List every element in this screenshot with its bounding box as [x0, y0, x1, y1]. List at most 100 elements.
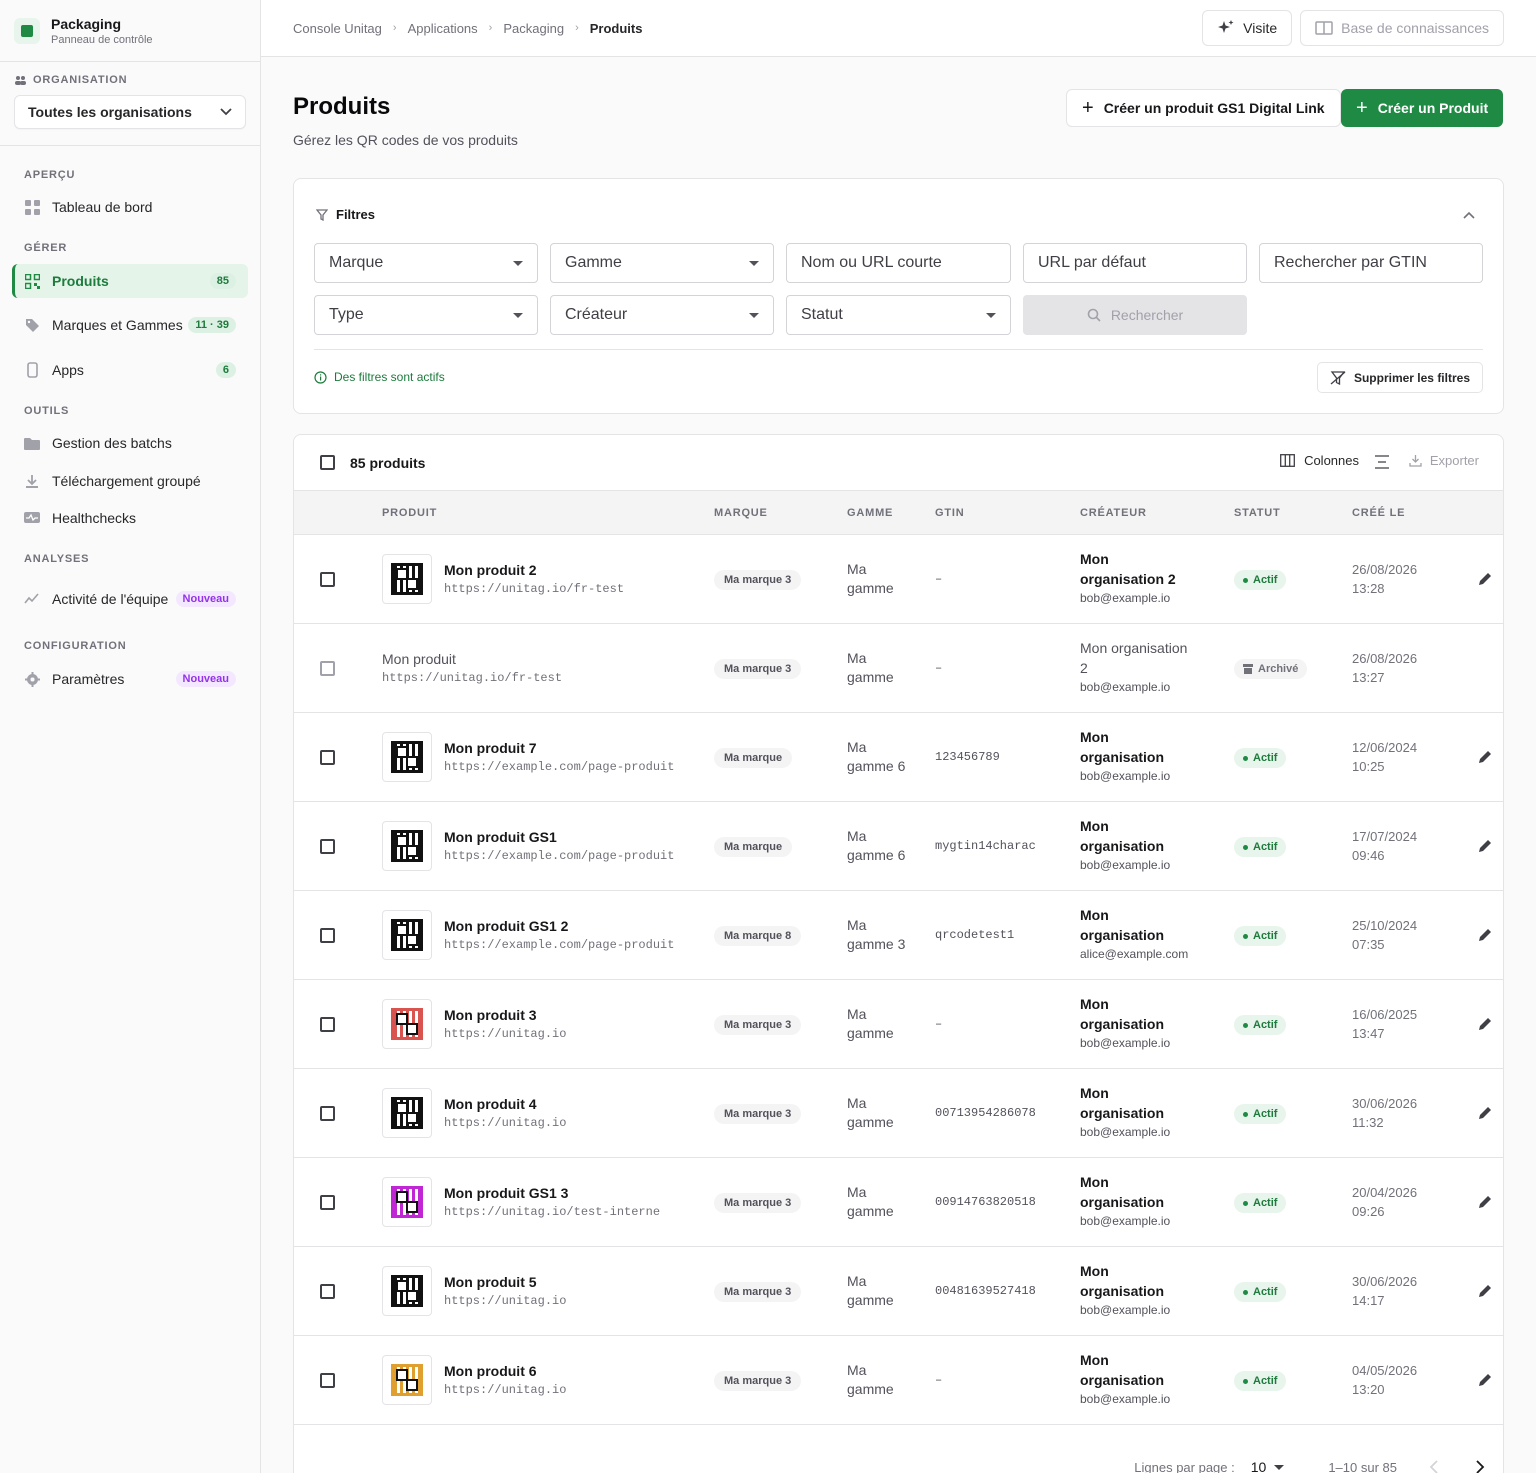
qr-code-thumbnail[interactable]: [382, 821, 432, 871]
row-checkbox[interactable]: [320, 1284, 335, 1299]
qr-code-thumbnail[interactable]: [382, 732, 432, 782]
caret-down-icon: [749, 312, 759, 318]
column-header-statut[interactable]: STATUT: [1234, 507, 1281, 519]
row-checkbox[interactable]: [320, 750, 335, 765]
table-row[interactable]: Mon produit 7 https://example.com/page-p…: [294, 713, 1503, 802]
create-product-button[interactable]: + Créer un Produit: [1341, 89, 1504, 127]
table-row[interactable]: Mon produit 5 https://unitag.io Ma marqu…: [294, 1247, 1503, 1336]
column-header-gamme[interactable]: GAMME: [847, 507, 893, 519]
row-checkbox[interactable]: [320, 572, 335, 587]
marque-select[interactable]: Marque: [314, 243, 538, 283]
row-checkbox[interactable]: [320, 661, 335, 676]
product-name[interactable]: Mon produit 3: [444, 1007, 566, 1023]
table-row[interactable]: Mon produit 3 https://unitag.io Ma marqu…: [294, 980, 1503, 1069]
visit-button[interactable]: Visite: [1202, 10, 1293, 46]
breadcrumb-item[interactable]: Applications: [408, 21, 478, 36]
select-all-checkbox[interactable]: [320, 455, 335, 470]
qr-code-thumbnail[interactable]: [382, 1177, 432, 1227]
row-checkbox[interactable]: [320, 1106, 335, 1121]
density-icon[interactable]: [1375, 455, 1389, 474]
product-name[interactable]: Mon produit GS1 2: [444, 918, 674, 934]
product-name[interactable]: Mon produit 2: [444, 562, 624, 578]
status-badge: Actif: [1234, 1193, 1287, 1213]
column-header-marque[interactable]: MARQUE: [714, 507, 768, 519]
statut-select[interactable]: Statut: [786, 295, 1011, 335]
column-header-gtin[interactable]: GTIN: [935, 507, 964, 519]
sidebar-item-parametres[interactable]: Paramètres Nouveau: [12, 662, 248, 696]
columns-button[interactable]: Colonnes: [1280, 453, 1359, 468]
creator-cell: Mon organisation bob@example.io: [1080, 1350, 1190, 1406]
export-button[interactable]: Exporter: [1409, 453, 1479, 468]
edit-button[interactable]: [1476, 1193, 1494, 1211]
row-checkbox[interactable]: [320, 1017, 335, 1032]
breadcrumb-item[interactable]: Console Unitag: [293, 21, 382, 36]
edit-button[interactable]: [1476, 1371, 1494, 1389]
creator-cell: Mon organisation bob@example.io: [1080, 816, 1190, 872]
edit-button[interactable]: [1476, 926, 1494, 944]
rows-per-page-select[interactable]: 10: [1251, 1459, 1285, 1473]
table-row[interactable]: Mon produit https://unitag.io/fr-test Ma…: [294, 624, 1503, 713]
clear-filters-button[interactable]: Supprimer les filtres: [1316, 362, 1483, 393]
row-checkbox[interactable]: [320, 1373, 335, 1388]
product-name[interactable]: Mon produit GS1 3: [444, 1185, 660, 1201]
edit-button[interactable]: [1476, 837, 1494, 855]
qr-code-thumbnail[interactable]: [382, 910, 432, 960]
sidebar-item-produits[interactable]: Produits 85: [12, 264, 248, 298]
product-name[interactable]: Mon produit 6: [444, 1363, 566, 1379]
qr-code-thumbnail[interactable]: [382, 1266, 432, 1316]
table-row[interactable]: Mon produit 6 https://unitag.io Ma marqu…: [294, 1336, 1503, 1425]
product-name[interactable]: Mon produit GS1: [444, 829, 674, 845]
create-gs1-button[interactable]: + Créer un produit GS1 Digital Link: [1066, 89, 1341, 127]
qr-code-thumbnail[interactable]: [382, 1088, 432, 1138]
qr-code-thumbnail[interactable]: [382, 999, 432, 1049]
count-badge: 85: [209, 273, 236, 289]
product-name[interactable]: Mon produit 7: [444, 740, 674, 756]
sidebar-item-apps[interactable]: Apps 6: [12, 353, 248, 387]
qr-code-thumbnail[interactable]: [382, 1355, 432, 1405]
status-dot: [1243, 844, 1248, 850]
edit-button[interactable]: [1476, 570, 1494, 588]
search-button[interactable]: Rechercher: [1023, 295, 1247, 335]
name-url-input[interactable]: Nom ou URL courte: [786, 243, 1011, 283]
knowledge-base-button[interactable]: Base de connaissances: [1300, 10, 1504, 46]
filters-header[interactable]: Filtres: [316, 207, 375, 222]
sidebar-item-batchs[interactable]: Gestion des batchs: [12, 426, 248, 460]
chevron-right-icon[interactable]: [1475, 1460, 1485, 1473]
edit-button[interactable]: [1476, 1015, 1494, 1033]
table-row[interactable]: Mon produit GS1 2 https://example.com/pa…: [294, 891, 1503, 980]
sidebar-item-marques[interactable]: Marques et Gammes 11 · 39: [12, 307, 248, 343]
product-name[interactable]: Mon produit 5: [444, 1274, 566, 1290]
table-row[interactable]: Mon produit 2 https://unitag.io/fr-test …: [294, 535, 1503, 624]
product-name[interactable]: Mon produit 4: [444, 1096, 566, 1112]
edit-button[interactable]: [1476, 1282, 1494, 1300]
sidebar-item-activite[interactable]: Activité de l'équipe Nouveau: [12, 581, 248, 617]
chevron-left-icon[interactable]: [1429, 1460, 1439, 1473]
qr-code-thumbnail[interactable]: [382, 554, 432, 604]
type-select[interactable]: Type: [314, 295, 538, 335]
row-checkbox[interactable]: [320, 1195, 335, 1210]
edit-button[interactable]: [1476, 1104, 1494, 1122]
chevron-up-icon[interactable]: [1463, 211, 1475, 219]
sidebar-item-healthchecks[interactable]: Healthchecks: [12, 501, 248, 535]
creator-email: bob@example.io: [1080, 591, 1171, 605]
row-checkbox[interactable]: [320, 928, 335, 943]
gamme-select[interactable]: Gamme: [550, 243, 774, 283]
createur-select[interactable]: Créateur: [550, 295, 774, 335]
table-row[interactable]: Mon produit GS1 https://example.com/page…: [294, 802, 1503, 891]
column-header-produit[interactable]: PRODUIT: [382, 507, 437, 519]
sidebar-item-download[interactable]: Téléchargement groupé: [12, 464, 248, 498]
sidebar-item-dashboard[interactable]: Tableau de bord: [12, 190, 248, 224]
row-checkbox[interactable]: [320, 839, 335, 854]
edit-button[interactable]: [1476, 748, 1494, 766]
table-row[interactable]: Mon produit GS1 3 https://unitag.io/test…: [294, 1158, 1503, 1247]
breadcrumb-item[interactable]: Packaging: [503, 21, 564, 36]
qr-code-icon: [391, 830, 423, 862]
product-name[interactable]: Mon produit: [382, 651, 562, 667]
gtin-search-input[interactable]: Rechercher par GTIN: [1259, 243, 1483, 283]
column-header-createur[interactable]: CRÉATEUR: [1080, 507, 1147, 519]
column-header-cree-le[interactable]: CRÉÉ LE: [1352, 507, 1405, 519]
default-url-input[interactable]: URL par défaut: [1023, 243, 1247, 283]
organisation-select[interactable]: Toutes les organisations: [14, 95, 246, 129]
app-brand[interactable]: Packaging Panneau de contrôle: [0, 0, 260, 62]
table-row[interactable]: Mon produit 4 https://unitag.io Ma marqu…: [294, 1069, 1503, 1158]
